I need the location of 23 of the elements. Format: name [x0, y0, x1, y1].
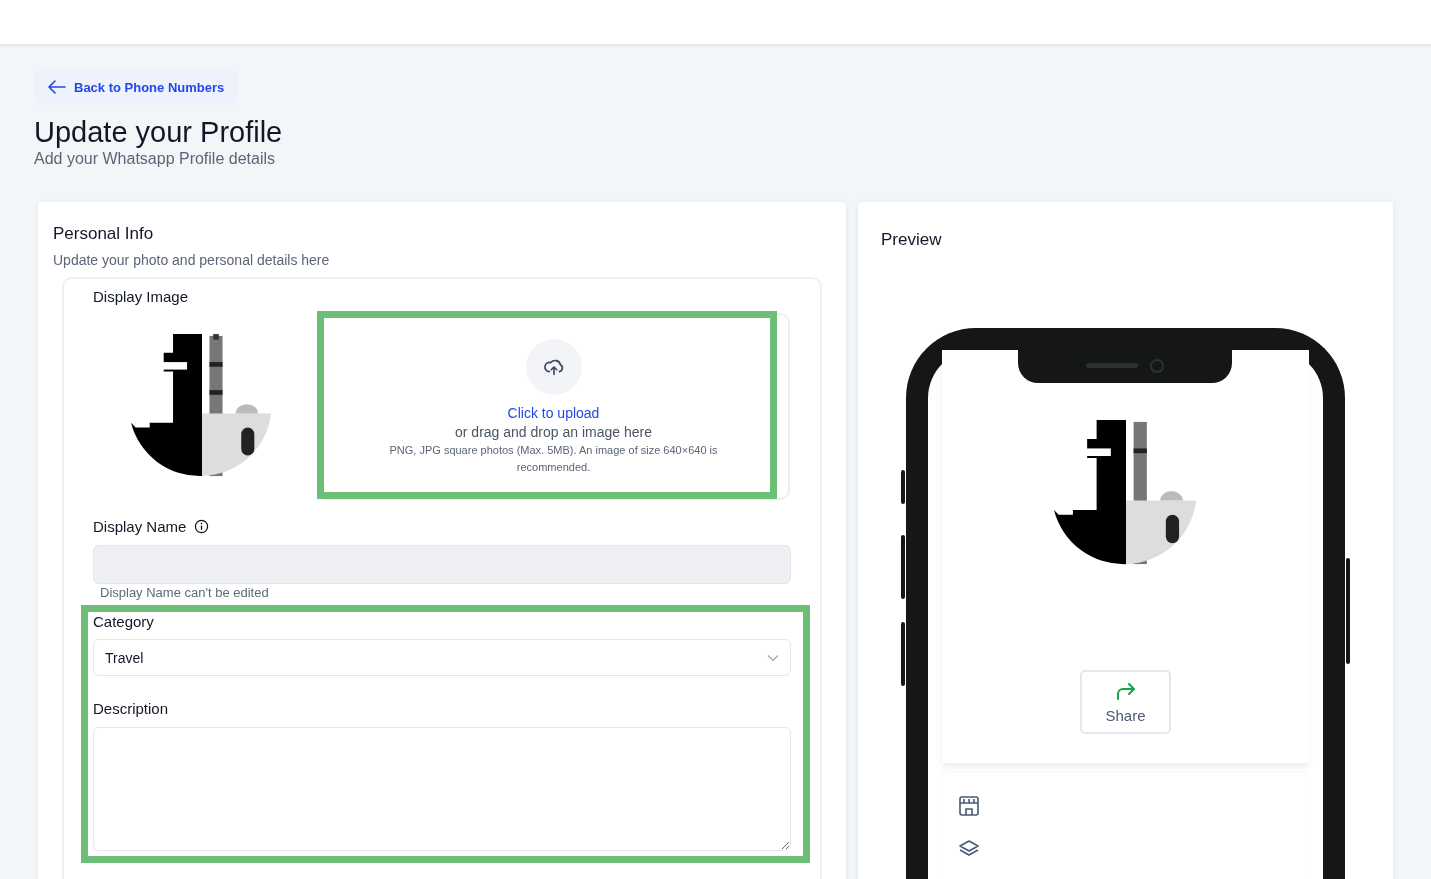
field-label: Display Name [93, 518, 187, 535]
back-link[interactable]: Back to Phone Numbers [34, 69, 239, 105]
description-field[interactable] [93, 727, 791, 851]
section-title: Preview [881, 230, 942, 250]
field-label: Display Image [93, 288, 190, 305]
upload-note: PNG, JPG square photos (Max. 5MB). An image of size 640×640 is recommended. [388, 443, 719, 475]
section-subtitle: Update your photo and personal details here [53, 252, 331, 268]
page-title: Update your Profile [34, 115, 284, 149]
helper-text: Display Name can't be edited [100, 585, 270, 600]
chevron-down-icon [767, 653, 779, 662]
info-icon [194, 519, 210, 534]
field-label: Category [93, 613, 155, 630]
share-arrow-icon [1114, 680, 1137, 701]
field-label: Description [93, 700, 170, 717]
upload-hint: or drag and drop an image here [455, 424, 652, 440]
upload-link[interactable]: Click to upload [507, 405, 600, 421]
category-select[interactable]: Travel [93, 639, 791, 676]
layers-icon [958, 839, 980, 857]
page-subtitle: Add your Whatsapp Profile details [34, 150, 276, 168]
store-icon [958, 795, 980, 817]
arrow-left-icon [48, 80, 66, 94]
section-title: Personal Info [53, 224, 155, 244]
share-button[interactable]: Share [1080, 670, 1171, 734]
